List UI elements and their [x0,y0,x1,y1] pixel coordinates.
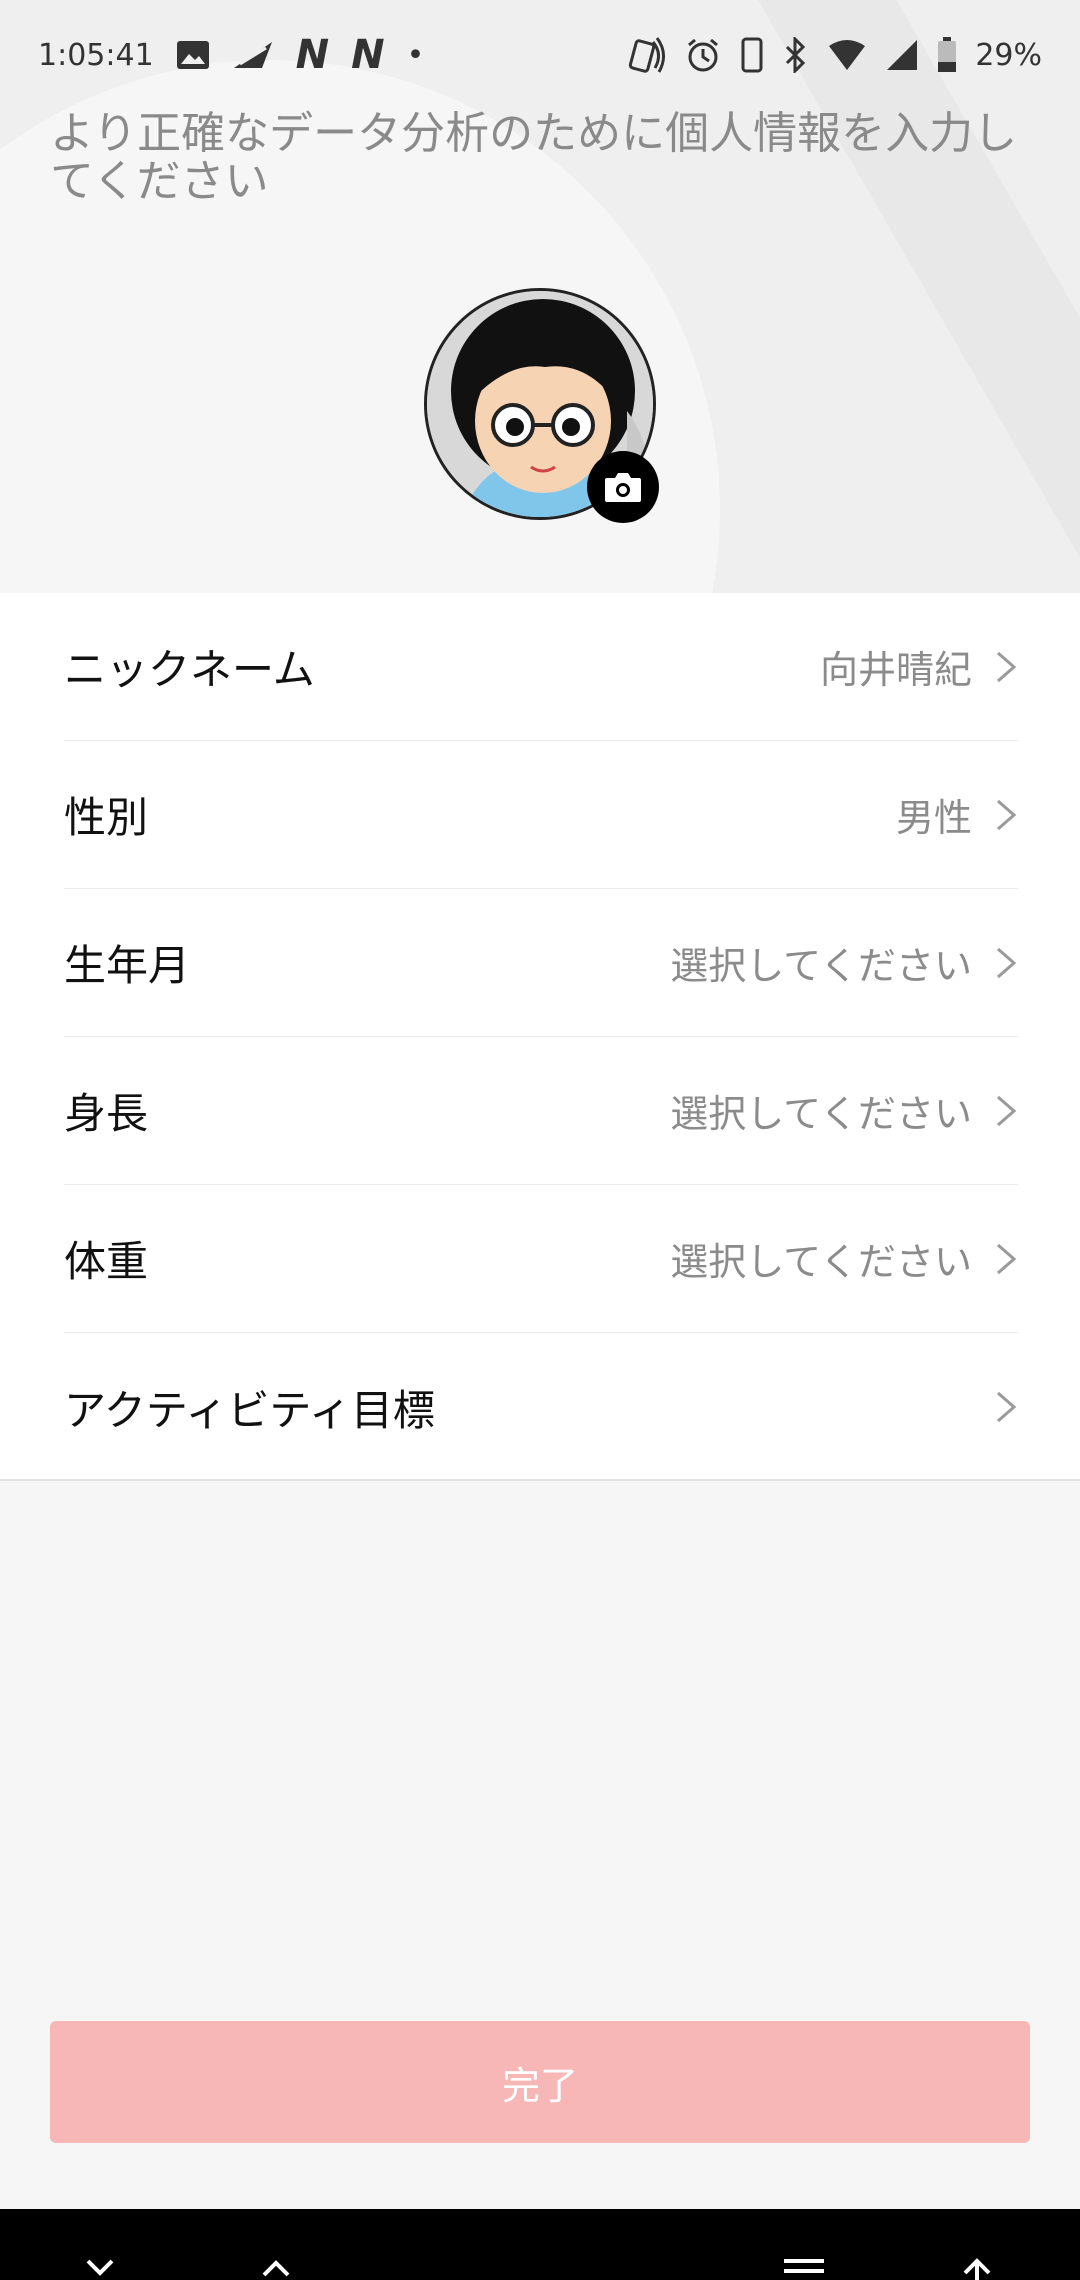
chevron-right-icon [994,795,1018,835]
vibrate-phone-icon [739,37,765,73]
row-value: 向井晴紀 [819,648,972,692]
weight-row[interactable]: 体重 選択してください [64,1185,1018,1333]
chevron-right-icon [994,1091,1018,1131]
wifi-icon [827,38,867,72]
chevron-right-icon [994,1387,1018,1427]
row-label: アクティビティ目標 [64,1385,435,1435]
page-subtitle: より正確なデータ分析のために個人情報を入力してください [50,108,1018,207]
row-label: 身長 [64,1089,149,1138]
send-icon [232,40,274,70]
arrow-up-icon[interactable] [962,2257,992,2280]
row-value: 選択してください [670,1240,972,1284]
row-label: ニックネーム [64,645,315,694]
profile-list: ニックネーム 向井晴紀 性別 男性 生年月 選択してください 身長 選択してくだ… [0,593,1080,1481]
battery-icon [937,37,957,73]
activity-goal-row[interactable]: アクティビティ目標 [64,1333,1018,1481]
battery-percent: 29% [975,37,1042,73]
row-value: 選択してください [670,1092,972,1136]
notification-n-icon: N [295,32,330,78]
row-label: 生年月 [64,941,191,990]
chevron-right-icon [994,1239,1018,1279]
status-bar: 1:05:41 N N • 29% [0,0,1080,110]
bluetooth-icon [783,37,809,73]
status-time: 1:05:41 [38,37,154,73]
notification-n-icon: N [351,32,385,78]
chevron-up-icon[interactable] [262,2257,290,2280]
row-label: 体重 [64,1237,149,1286]
menu-icon[interactable] [784,2257,824,2280]
height-row[interactable]: 身長 選択してください [64,1037,1018,1185]
row-value: 男性 [895,796,972,840]
chevron-right-icon [994,943,1018,983]
avatar-picker[interactable] [424,288,659,523]
alarm-icon [685,37,721,73]
row-label: 性別 [64,793,149,842]
row-value: 選択してください [670,944,972,988]
birth-month-row[interactable]: 生年月 選択してください [64,889,1018,1037]
chevron-right-icon [994,647,1018,687]
collapse-icon[interactable] [86,2257,114,2280]
done-button[interactable]: 完了 [50,2021,1030,2143]
gender-row[interactable]: 性別 男性 [64,741,1018,889]
cell-signal-icon [885,38,919,72]
navigation-bar [0,2209,1080,2280]
image-icon [176,40,210,70]
camera-icon[interactable] [587,451,659,523]
nickname-row[interactable]: ニックネーム 向井晴紀 [64,593,1018,741]
more-notifications-dot: • [406,37,425,73]
nfc-icon [625,36,667,74]
